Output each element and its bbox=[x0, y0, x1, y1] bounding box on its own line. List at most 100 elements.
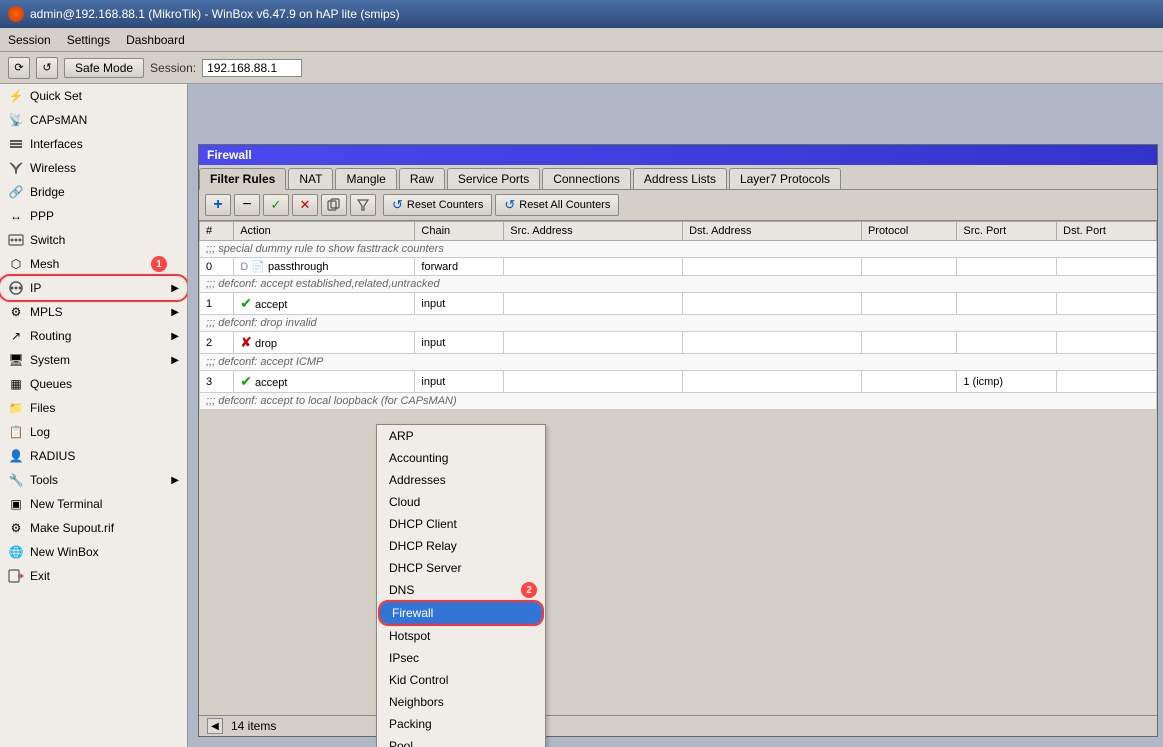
dhcp-relay-label: DHCP Relay bbox=[389, 539, 457, 553]
neighbors-label: Neighbors bbox=[389, 695, 444, 709]
sidebar-label-capsman: CAPsMAN bbox=[30, 113, 87, 127]
submenu-item-cloud[interactable]: Cloud bbox=[377, 491, 545, 513]
files-icon: 📁 bbox=[8, 400, 24, 416]
add-rule-button[interactable]: + bbox=[205, 194, 231, 216]
sidebar-item-system[interactable]: 🖥 System ▶ bbox=[0, 348, 187, 372]
menu-settings[interactable]: Settings bbox=[67, 33, 110, 47]
submenu-item-dhcp-server[interactable]: DHCP Server bbox=[377, 557, 545, 579]
sidebar-label-interfaces: Interfaces bbox=[30, 137, 83, 151]
table-row[interactable]: 3 ✔ accept input 1 (icmp) bbox=[200, 371, 1157, 393]
reset-all-counters-button[interactable]: ↺ Reset All Counters bbox=[495, 194, 619, 216]
submenu-item-hotspot[interactable]: Hotspot bbox=[377, 625, 545, 647]
sidebar-item-bridge[interactable]: 🔗 Bridge bbox=[0, 180, 187, 204]
tab-nat[interactable]: NAT bbox=[288, 168, 333, 189]
submenu-item-dns[interactable]: DNS 2 bbox=[377, 579, 545, 601]
sidebar-item-mpls[interactable]: ⚙ MPLS ▶ bbox=[0, 300, 187, 324]
sidebar-item-radius[interactable]: 👤 RADIUS bbox=[0, 444, 187, 468]
kid-control-label: Kid Control bbox=[389, 673, 448, 687]
submenu-item-addresses[interactable]: Addresses bbox=[377, 469, 545, 491]
sidebar-item-queues[interactable]: ▦ Queues bbox=[0, 372, 187, 396]
submenu-item-dhcp-client[interactable]: DHCP Client bbox=[377, 513, 545, 535]
table-row[interactable]: ;;; defconf: accept established,related,… bbox=[200, 276, 1157, 293]
passthrough-icon: 📄 bbox=[251, 261, 268, 273]
filter-button[interactable] bbox=[350, 194, 376, 216]
comment-text-4: ;;; defconf: accept ICMP bbox=[200, 354, 1157, 371]
sidebar-item-interfaces[interactable]: Interfaces bbox=[0, 132, 187, 156]
firewall-window: Firewall Filter Rules NAT Mangle Raw Ser… bbox=[198, 144, 1158, 737]
submenu-item-dhcp-relay[interactable]: DHCP Relay bbox=[377, 535, 545, 557]
toolbar-back-btn[interactable]: ↺ bbox=[36, 57, 58, 79]
sidebar-item-ppp[interactable]: ↔ PPP bbox=[0, 204, 187, 228]
sidebar-item-files[interactable]: 📁 Files bbox=[0, 396, 187, 420]
tab-layer7[interactable]: Layer7 Protocols bbox=[729, 168, 841, 189]
sidebar-item-log[interactable]: 📋 Log bbox=[0, 420, 187, 444]
tab-connections[interactable]: Connections bbox=[542, 168, 631, 189]
sidebar-item-switch[interactable]: Switch bbox=[0, 228, 187, 252]
menu-dashboard[interactable]: Dashboard bbox=[126, 33, 185, 47]
submenu-item-accounting[interactable]: Accounting bbox=[377, 447, 545, 469]
table-row[interactable]: ;;; special dummy rule to show fasttrack… bbox=[200, 241, 1157, 258]
firewall-table: # Action Chain Src. Address Dst. Address… bbox=[199, 221, 1157, 410]
session-label: Session: bbox=[150, 61, 196, 75]
table-row[interactable]: 2 ✘ drop input bbox=[200, 332, 1157, 354]
session-input[interactable] bbox=[202, 59, 302, 77]
col-dst-address: Dst. Address bbox=[683, 222, 862, 241]
sidebar-item-quick-set[interactable]: ⚡ Quick Set bbox=[0, 84, 187, 108]
system-arrow: ▶ bbox=[171, 355, 179, 366]
sidebar-label-tools: Tools bbox=[30, 473, 58, 487]
sidebar-item-ip[interactable]: IP ▶ bbox=[0, 276, 187, 300]
col-protocol: Protocol bbox=[861, 222, 956, 241]
sidebar-item-routing[interactable]: ↗ Routing ▶ bbox=[0, 324, 187, 348]
comment-text-5: ;;; defconf: accept to local loopback (f… bbox=[200, 393, 1157, 410]
table-row[interactable]: ;;; defconf: accept to local loopback (f… bbox=[200, 393, 1157, 410]
sidebar-item-tools[interactable]: 🔧 Tools ▶ bbox=[0, 468, 187, 492]
submenu-item-ipsec[interactable]: IPsec bbox=[377, 647, 545, 669]
submenu-item-arp[interactable]: ARP bbox=[377, 425, 545, 447]
routing-icon: ↗ bbox=[8, 328, 24, 344]
new-winbox-icon: 🌐 bbox=[8, 544, 24, 560]
sidebar-item-new-terminal[interactable]: ▣ New Terminal bbox=[0, 492, 187, 516]
ip-submenu: ARP Accounting Addresses Cloud DHCP Clie… bbox=[376, 424, 546, 747]
enable-rule-button[interactable]: ✓ bbox=[263, 194, 289, 216]
reset-counters-button[interactable]: ↺ Reset Counters bbox=[383, 194, 492, 216]
ipsec-label: IPsec bbox=[389, 651, 419, 665]
submenu-item-pool[interactable]: Pool bbox=[377, 735, 545, 747]
submenu-item-firewall[interactable]: Firewall bbox=[380, 602, 542, 624]
submenu-item-neighbors[interactable]: Neighbors bbox=[377, 691, 545, 713]
firewall-label: Firewall bbox=[392, 606, 433, 620]
copy-rule-button[interactable] bbox=[321, 194, 347, 216]
table-row[interactable]: 0 D 📄 passthrough forward bbox=[200, 258, 1157, 276]
safe-mode-button[interactable]: Safe Mode bbox=[64, 58, 144, 78]
sidebar-label-ip: IP bbox=[30, 281, 41, 295]
disable-rule-button[interactable]: ✕ bbox=[292, 194, 318, 216]
dns-label: DNS bbox=[389, 583, 414, 597]
sidebar-item-make-supout[interactable]: ⚙ Make Supout.rif bbox=[0, 516, 187, 540]
radius-icon: 👤 bbox=[8, 448, 24, 464]
ppp-icon: ↔ bbox=[8, 208, 24, 224]
sidebar: ⚡ Quick Set 📡 CAPsMAN Interfaces Wireles… bbox=[0, 84, 188, 747]
sidebar-item-mesh[interactable]: ⬡ Mesh 1 bbox=[0, 252, 187, 276]
table-row[interactable]: ;;; defconf: drop invalid bbox=[200, 315, 1157, 332]
tab-address-lists[interactable]: Address Lists bbox=[633, 168, 727, 189]
tab-mangle[interactable]: Mangle bbox=[335, 168, 396, 189]
rule-num-2: 2 bbox=[200, 332, 234, 354]
scroll-left-button[interactable]: ◀ bbox=[207, 718, 223, 734]
tab-filter-rules[interactable]: Filter Rules bbox=[199, 168, 286, 190]
table-row[interactable]: 1 ✔ accept input bbox=[200, 293, 1157, 315]
new-terminal-icon: ▣ bbox=[8, 496, 24, 512]
table-row[interactable]: ;;; defconf: accept ICMP bbox=[200, 354, 1157, 371]
sidebar-item-new-winbox[interactable]: 🌐 New WinBox bbox=[0, 540, 187, 564]
menu-session[interactable]: Session bbox=[8, 33, 51, 47]
sidebar-item-capsman[interactable]: 📡 CAPsMAN bbox=[0, 108, 187, 132]
submenu-item-packing[interactable]: Packing bbox=[377, 713, 545, 735]
tab-raw[interactable]: Raw bbox=[399, 168, 445, 189]
remove-rule-button[interactable]: − bbox=[234, 194, 260, 216]
menu-bar: Session Settings Dashboard bbox=[0, 28, 1163, 52]
toolbar-home-btn[interactable]: ⟳ bbox=[8, 57, 30, 79]
title-bar: admin@192.168.88.1 (MikroTik) - WinBox v… bbox=[0, 0, 1163, 28]
quick-set-icon: ⚡ bbox=[8, 88, 24, 104]
sidebar-item-wireless[interactable]: Wireless bbox=[0, 156, 187, 180]
tab-service-ports[interactable]: Service Ports bbox=[447, 168, 540, 189]
submenu-item-kid-control[interactable]: Kid Control bbox=[377, 669, 545, 691]
sidebar-item-exit[interactable]: Exit bbox=[0, 564, 187, 588]
